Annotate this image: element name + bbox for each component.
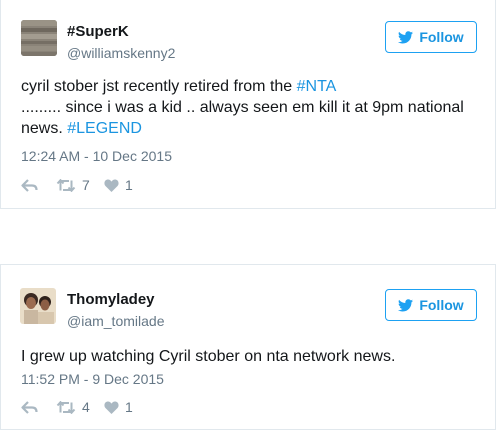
avatar[interactable] [21, 20, 57, 56]
timestamp[interactable]: 12:24 AM - 10 Dec 2015 [21, 148, 172, 164]
heart-icon [104, 401, 119, 414]
heart-icon [104, 179, 119, 192]
hashtag-link[interactable]: #LEGEND [67, 120, 142, 137]
reply-icon [21, 178, 38, 192]
avatar[interactable] [20, 288, 56, 324]
like-count: 1 [125, 399, 133, 415]
follow-label: Follow [419, 297, 464, 313]
hashtag-link[interactable]: #NTA [297, 78, 337, 95]
retweet-button[interactable]: 7 [56, 177, 102, 193]
like-button[interactable]: 1 [104, 177, 133, 193]
user-handle[interactable]: @williamskenny2 [67, 45, 175, 61]
tweet-text: cyril stober jst recently retired from t… [21, 76, 481, 139]
follow-button[interactable]: Follow [385, 21, 477, 53]
tweet-card: Thomyladey @iam_tomilade Follow I grew u… [0, 264, 496, 430]
tweet-text: I grew up watching Cyril stober on nta n… [21, 348, 396, 365]
reply-button[interactable] [21, 400, 55, 414]
like-count: 1 [125, 177, 133, 193]
twitter-bird-icon [398, 30, 414, 43]
follow-label: Follow [419, 29, 464, 45]
display-name[interactable]: Thomyladey [67, 291, 155, 308]
retweet-count: 4 [82, 399, 90, 415]
retweet-button[interactable]: 4 [56, 399, 102, 415]
retweet-icon [56, 400, 76, 414]
like-button[interactable]: 1 [104, 399, 133, 415]
tweet-text-part: cyril stober jst recently retired from t… [21, 78, 297, 95]
tweet-card: #SuperK @williamskenny2 Follow cyril sto… [0, 0, 496, 209]
action-bar: 7 1 [21, 176, 133, 194]
twitter-bird-icon [398, 298, 414, 311]
timestamp[interactable]: 11:52 PM - 9 Dec 2015 [21, 371, 164, 387]
reply-icon [21, 400, 38, 414]
retweet-icon [56, 178, 76, 192]
follow-button[interactable]: Follow [385, 289, 477, 321]
action-bar: 4 1 [21, 398, 133, 416]
display-name[interactable]: #SuperK [67, 23, 129, 40]
user-handle[interactable]: @iam_tomilade [67, 313, 164, 329]
retweet-count: 7 [82, 177, 90, 193]
reply-button[interactable] [21, 178, 55, 192]
